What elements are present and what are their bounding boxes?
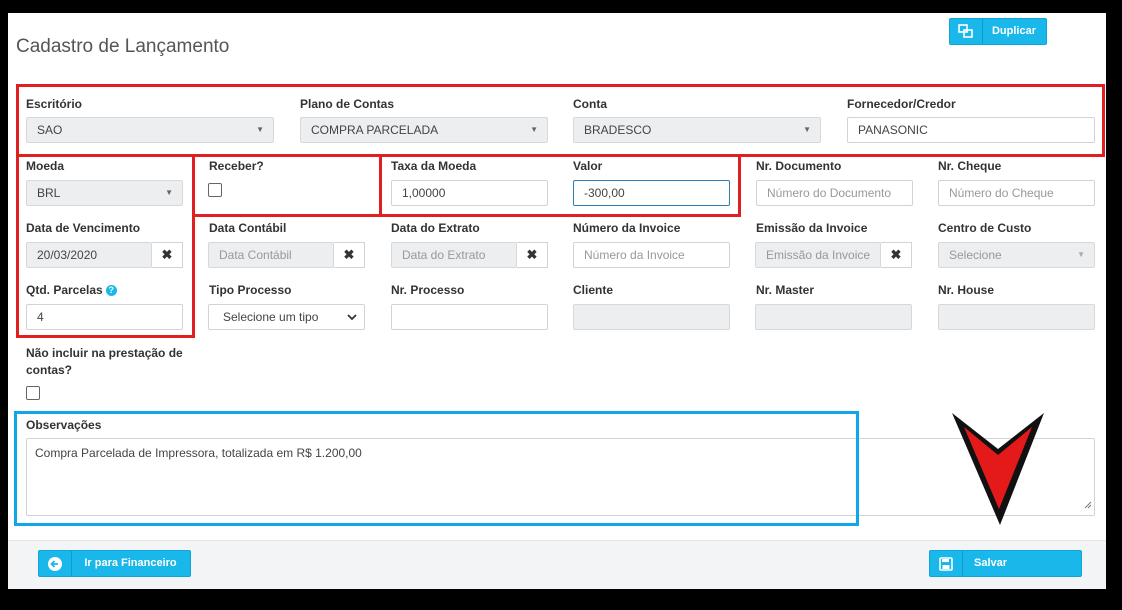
chevron-down-icon: [346, 305, 358, 329]
go-to-financeiro-button[interactable]: Ir para Financeiro: [38, 550, 191, 577]
clear-icon[interactable]: ✖: [517, 242, 548, 268]
arrow-down-icon: [952, 413, 1044, 525]
centro-custo-label: Centro de Custo: [938, 221, 1032, 235]
nao-incluir-label: Não incluir na prestação de contas?: [26, 345, 183, 379]
data-extrato-input[interactable]: Data do Extrato: [391, 242, 517, 268]
centro-custo-select[interactable]: Selecione ▼: [938, 242, 1095, 268]
nr-house-input[interactable]: [938, 304, 1095, 330]
data-extrato-placeholder: Data do Extrato: [402, 248, 486, 262]
data-contabil-input[interactable]: Data Contábil: [208, 242, 334, 268]
nao-incluir-label-line2: contas?: [26, 363, 73, 377]
nao-incluir-label-line1: Não incluir na prestação de: [26, 346, 183, 360]
cliente-label: Cliente: [573, 283, 614, 297]
cliente-input[interactable]: [573, 304, 730, 330]
highlight-box-top-row: [16, 84, 1105, 157]
highlight-box-taxa-valor: [379, 154, 741, 217]
caret-down-icon: ▼: [1077, 250, 1085, 259]
nr-documento-input[interactable]: Número do Documento: [756, 180, 913, 206]
numero-invoice-label: Número da Invoice: [573, 221, 681, 235]
nr-documento-placeholder: Número do Documento: [767, 186, 892, 200]
nr-cheque-placeholder: Número do Cheque: [949, 186, 1054, 200]
nr-house-label: Nr. House: [938, 283, 995, 297]
tipo-processo-select[interactable]: Selecione um tipo: [208, 304, 365, 330]
highlight-box-observacoes: [14, 411, 859, 526]
data-contabil-placeholder: Data Contábil: [219, 248, 292, 262]
nr-processo-input[interactable]: [391, 304, 548, 330]
duplicate-icon: [950, 19, 983, 44]
nr-documento-label: Nr. Documento: [756, 159, 842, 173]
resize-handle-icon[interactable]: [1084, 497, 1092, 513]
centro-custo-placeholder: Selecione: [949, 248, 1002, 262]
nao-incluir-checkbox[interactable]: [26, 386, 40, 400]
tipo-processo-label: Tipo Processo: [209, 283, 292, 297]
nr-processo-label: Nr. Processo: [391, 283, 465, 297]
emissao-invoice-input[interactable]: Emissão da Invoice: [755, 242, 881, 268]
clear-icon[interactable]: ✖: [334, 242, 365, 268]
nr-cheque-input[interactable]: Número do Cheque: [938, 180, 1095, 206]
numero-invoice-input[interactable]: Número da Invoice: [573, 242, 730, 268]
emissao-invoice-label: Emissão da Invoice: [756, 221, 868, 235]
page-title: Cadastro de Lançamento: [16, 36, 230, 57]
go-to-financeiro-label: Ir para Financeiro: [84, 557, 177, 569]
duplicate-label: Duplicar: [991, 25, 1036, 37]
highlight-box-receber: [192, 154, 382, 217]
save-icon: [930, 551, 963, 576]
nr-master-input[interactable]: [755, 304, 912, 330]
data-extrato-label: Data do Extrato: [391, 221, 480, 235]
data-contabil-label: Data Contábil: [209, 221, 287, 235]
highlight-box-connector: [738, 154, 1105, 157]
duplicate-button[interactable]: Duplicar: [949, 18, 1047, 45]
nr-cheque-label: Nr. Cheque: [938, 159, 1002, 173]
arrow-left-icon: [39, 551, 72, 576]
nr-master-label: Nr. Master: [756, 283, 815, 297]
clear-icon[interactable]: ✖: [881, 242, 912, 268]
numero-invoice-placeholder: Número da Invoice: [584, 248, 685, 262]
highlight-box-left-column: [16, 154, 195, 338]
save-button[interactable]: Salvar: [929, 550, 1082, 577]
save-label: Salvar: [974, 557, 1008, 569]
tipo-processo-placeholder: Selecione um tipo: [223, 310, 319, 324]
emissao-invoice-placeholder: Emissão da Invoice: [766, 248, 871, 262]
